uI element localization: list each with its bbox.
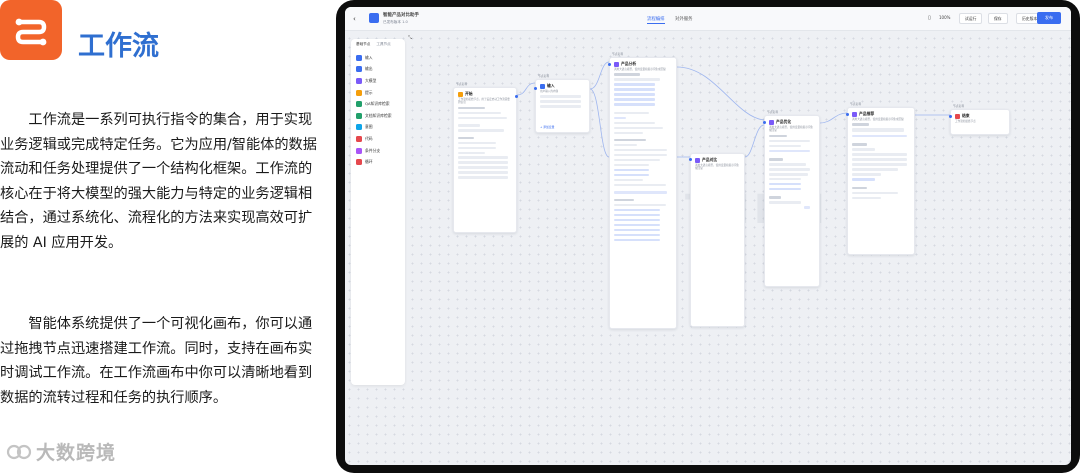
input-node-icon xyxy=(540,83,545,89)
slide-title: 工作流 xyxy=(78,31,159,62)
llm4-in-handle[interactable] xyxy=(846,113,849,116)
start-node-title: 开始 xyxy=(465,91,473,96)
llm2-icon xyxy=(695,157,700,163)
input-node-title: 输入 xyxy=(547,83,555,88)
llm4-title: 产品推荐 xyxy=(859,111,875,116)
llm1-in-handle[interactable] xyxy=(608,63,611,66)
end-node-desc: 工作流的最终节点 xyxy=(955,120,976,123)
start-node[interactable]: 节点名称 开始 工作流的起始节点，用于设定启动工作流需要的信息 xyxy=(453,82,518,233)
llm3-desc: 调用大语言模型，使用变量和提示词生成回复 xyxy=(769,126,814,133)
llm3-title: 产品优化 xyxy=(776,119,792,124)
edge-mid-llm3 xyxy=(744,124,765,158)
end-node[interactable]: 节点名称 结束 工作流的最终节点 xyxy=(949,104,1010,135)
workflow-logo-icon xyxy=(0,0,62,60)
llm3-tag: 节点名称 xyxy=(767,110,779,114)
start-node-tag: 节点名称 xyxy=(456,82,468,86)
llm-node-analysis[interactable]: 节点名称 产品分析 调用大语言模型，使用变量和提示词生成回复 xyxy=(608,52,677,329)
start-output-handle[interactable] xyxy=(515,95,518,98)
llm2-in-handle[interactable] xyxy=(689,158,692,161)
llm4-tag: 节点名称 xyxy=(850,102,862,106)
input-node-tag: 节点名称 xyxy=(538,74,550,78)
edge-start-input xyxy=(516,82,536,96)
llm2-desc: 调用大语言模型，使用变量和提示词生成回复 xyxy=(695,164,740,171)
edge-input-llm1 xyxy=(589,61,610,90)
llm1-icon xyxy=(614,61,619,67)
start-node-desc: 工作流的起始节点，用于设定启动工作流需要的信息 xyxy=(458,98,510,105)
end-in-handle[interactable] xyxy=(949,115,952,118)
end-node-tag: 节点名称 xyxy=(953,104,965,108)
start-node-icon xyxy=(458,91,463,97)
llm1-title: 产品分析 xyxy=(621,61,637,66)
input-in-handle[interactable] xyxy=(534,87,537,90)
intro-paragraph: 工作流是一系列可执行指令的集合，用于实现业务逻辑或完成特定任务。它为应用/智能体… xyxy=(0,112,317,251)
llm3-in-handle[interactable] xyxy=(763,121,766,124)
llm-node-compare[interactable]: 产品对比 调用大语言模型，使用变量和提示词生成回复 xyxy=(689,153,745,327)
monitor-frame: ‹ 智能产品对比助手 已发布版本 1.0 流程编排 对外服务 ▯ 100% 试运… xyxy=(336,0,1080,473)
edge-llm3-llm4 xyxy=(819,112,848,124)
watermark-text: 大数跨境 xyxy=(36,442,117,464)
canvas-paragraph: 智能体系统提供了一个可视化画布，你可以通过拖拽节点迅速搭建工作流。同时，支持在画… xyxy=(0,316,313,406)
llm-node-recommend[interactable]: 节点名称 产品推荐 调用大语言模型，使用变量和提示词生成回复 xyxy=(846,102,915,255)
workflow-editor-screen: ‹ 智能产品对比助手 已发布版本 1.0 流程编排 对外服务 ▯ 100% 试运… xyxy=(345,7,1071,465)
llm4-icon xyxy=(852,111,857,117)
llm1-tag: 节点名称 xyxy=(612,52,624,56)
end-node-title: 结束 xyxy=(962,113,970,118)
input-node[interactable]: 节点名称 输入 用户输入的内容 + 添加变量 xyxy=(534,74,590,133)
llm-node-optimize[interactable]: 节点名称 产品优化 调用大语言模型，使用变量和提示词生成回复 xyxy=(763,110,820,287)
end-node-icon xyxy=(955,113,960,119)
edge-input-llm2 xyxy=(589,88,610,158)
llm2-title: 产品对比 xyxy=(702,157,718,162)
edge-llm1-llm3 xyxy=(676,66,765,121)
watermark: 大数跨境 xyxy=(6,438,116,465)
add-variable-link[interactable]: + 添加变量 xyxy=(540,125,554,129)
llm3-icon xyxy=(769,119,774,125)
watermark-logo-icon xyxy=(6,444,32,459)
